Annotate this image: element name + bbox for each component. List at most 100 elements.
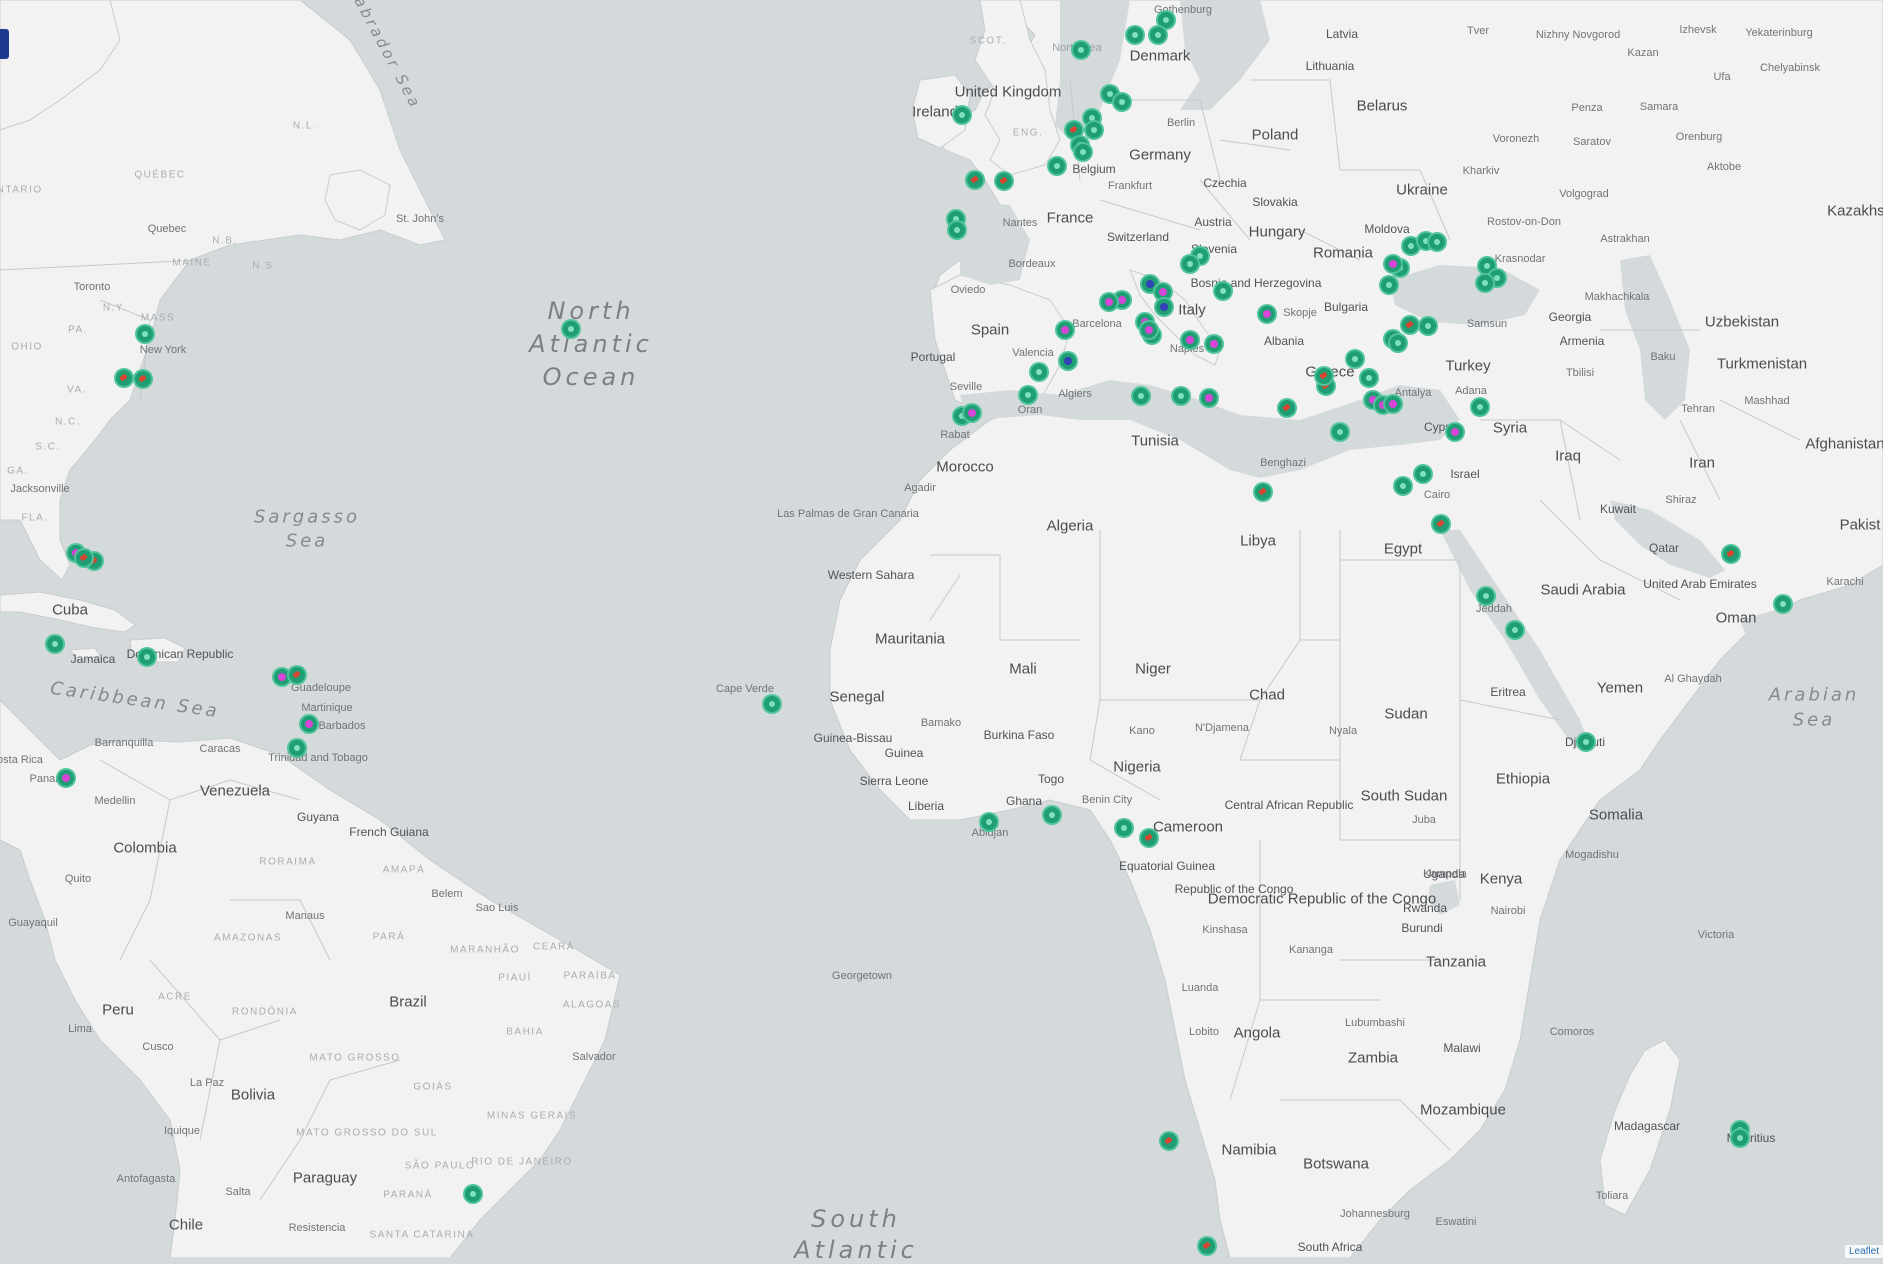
map-marker[interactable] (1723, 546, 1739, 562)
map-marker[interactable] (1158, 12, 1174, 28)
marker-glyph-icon (1366, 375, 1372, 381)
marker-glyph-icon (138, 374, 147, 383)
map-marker[interactable] (1429, 234, 1445, 250)
map-marker[interactable] (1477, 275, 1493, 291)
map-marker[interactable] (137, 326, 153, 342)
attribution-link[interactable]: Leaflet (1844, 1245, 1883, 1258)
map-marker[interactable] (1385, 256, 1401, 272)
map-marker[interactable] (1116, 820, 1132, 836)
map-marker[interactable] (1472, 399, 1488, 415)
marker-glyph-icon (1282, 403, 1291, 412)
map-marker[interactable] (949, 222, 965, 238)
map-marker[interactable] (1420, 318, 1436, 334)
map-marker[interactable] (465, 1186, 481, 1202)
map-marker[interactable] (1279, 400, 1295, 416)
map-marker[interactable] (1259, 306, 1275, 322)
map-marker[interactable] (1507, 622, 1523, 638)
map-marker[interactable] (1150, 27, 1166, 43)
marker-glyph-icon (1337, 429, 1343, 435)
map-marker[interactable] (1173, 388, 1189, 404)
map-marker[interactable] (1133, 388, 1149, 404)
marker-glyph-icon (1105, 298, 1113, 306)
map-marker[interactable] (1332, 424, 1348, 440)
map-marker[interactable] (1775, 596, 1791, 612)
map-marker[interactable] (1447, 424, 1463, 440)
map-marker[interactable] (1049, 158, 1065, 174)
map-marker[interactable] (1141, 830, 1157, 846)
map-marker[interactable] (1402, 317, 1418, 333)
map-marker[interactable] (1478, 588, 1494, 604)
marker-glyph-icon (1210, 340, 1218, 348)
map-marker[interactable] (563, 321, 579, 337)
map-marker[interactable] (1182, 332, 1198, 348)
marker-glyph-icon (1405, 320, 1414, 329)
map-marker[interactable] (1732, 1130, 1748, 1146)
map-marker[interactable] (274, 669, 290, 685)
map-marker[interactable] (1086, 122, 1102, 138)
map-marker[interactable] (1066, 122, 1082, 138)
map-marker[interactable] (76, 550, 92, 566)
marker-glyph-icon (1025, 392, 1031, 398)
map-marker[interactable] (1044, 807, 1060, 823)
map-marker[interactable] (1390, 335, 1406, 351)
marker-glyph-icon (142, 331, 148, 337)
map-base[interactable] (0, 0, 1883, 1258)
map-marker[interactable] (1201, 390, 1217, 406)
marker-glyph-icon (1483, 593, 1489, 599)
map-marker[interactable] (1057, 322, 1073, 338)
map-marker[interactable] (1255, 484, 1271, 500)
map-marker[interactable] (135, 371, 151, 387)
map-marker[interactable] (58, 770, 74, 786)
map-marker[interactable] (954, 107, 970, 123)
map-marker[interactable] (1114, 94, 1130, 110)
map-marker[interactable] (967, 172, 983, 188)
map-marker[interactable] (301, 716, 317, 732)
map-marker[interactable] (1141, 322, 1157, 338)
marker-glyph-icon (1386, 282, 1392, 288)
map-marker[interactable] (1415, 466, 1431, 482)
map-marker[interactable] (1385, 396, 1401, 412)
map-marker[interactable] (1316, 368, 1332, 384)
map-marker[interactable] (1031, 364, 1047, 380)
map-marker[interactable] (1199, 1238, 1215, 1254)
map-marker[interactable] (1578, 734, 1594, 750)
marker-glyph-icon (1389, 260, 1397, 268)
map-marker[interactable] (1155, 284, 1171, 300)
marker-glyph-icon (1202, 1241, 1211, 1250)
map-marker[interactable] (1182, 256, 1198, 272)
map-marker[interactable] (116, 370, 132, 386)
map-marker[interactable] (1381, 277, 1397, 293)
marker-glyph-icon (470, 1191, 476, 1197)
map-marker[interactable] (1020, 387, 1036, 403)
marker-glyph-icon (1138, 393, 1144, 399)
map-marker[interactable] (1215, 283, 1231, 299)
marker-glyph-icon (1178, 393, 1184, 399)
marker-glyph-icon (1425, 323, 1431, 329)
map-marker[interactable] (139, 649, 155, 665)
zoom-control-button[interactable] (0, 29, 9, 59)
map-marker[interactable] (1361, 370, 1377, 386)
map-marker[interactable] (996, 173, 1012, 189)
map-marker[interactable] (981, 814, 997, 830)
map-marker[interactable] (289, 740, 305, 756)
marker-glyph-icon (1036, 369, 1042, 375)
map-marker[interactable] (1433, 516, 1449, 532)
marker-glyph-icon (79, 553, 88, 562)
map-marker[interactable] (1161, 1133, 1177, 1149)
map-marker[interactable] (764, 696, 780, 712)
map-marker[interactable] (1101, 294, 1117, 310)
map-marker[interactable] (964, 405, 980, 421)
map-marker[interactable] (1206, 336, 1222, 352)
map-marker[interactable] (1403, 238, 1419, 254)
map-marker[interactable] (47, 636, 63, 652)
map-marker[interactable] (1395, 478, 1411, 494)
map-marker[interactable] (1347, 351, 1363, 367)
map-marker[interactable] (1075, 144, 1091, 160)
map-marker[interactable] (1156, 299, 1172, 315)
marker-glyph-icon (769, 701, 775, 707)
map-marker[interactable] (289, 667, 305, 683)
map-marker[interactable] (1127, 27, 1143, 43)
map-marker[interactable] (1060, 353, 1076, 369)
marker-glyph-icon (1263, 310, 1271, 318)
map-marker[interactable] (1073, 42, 1089, 58)
